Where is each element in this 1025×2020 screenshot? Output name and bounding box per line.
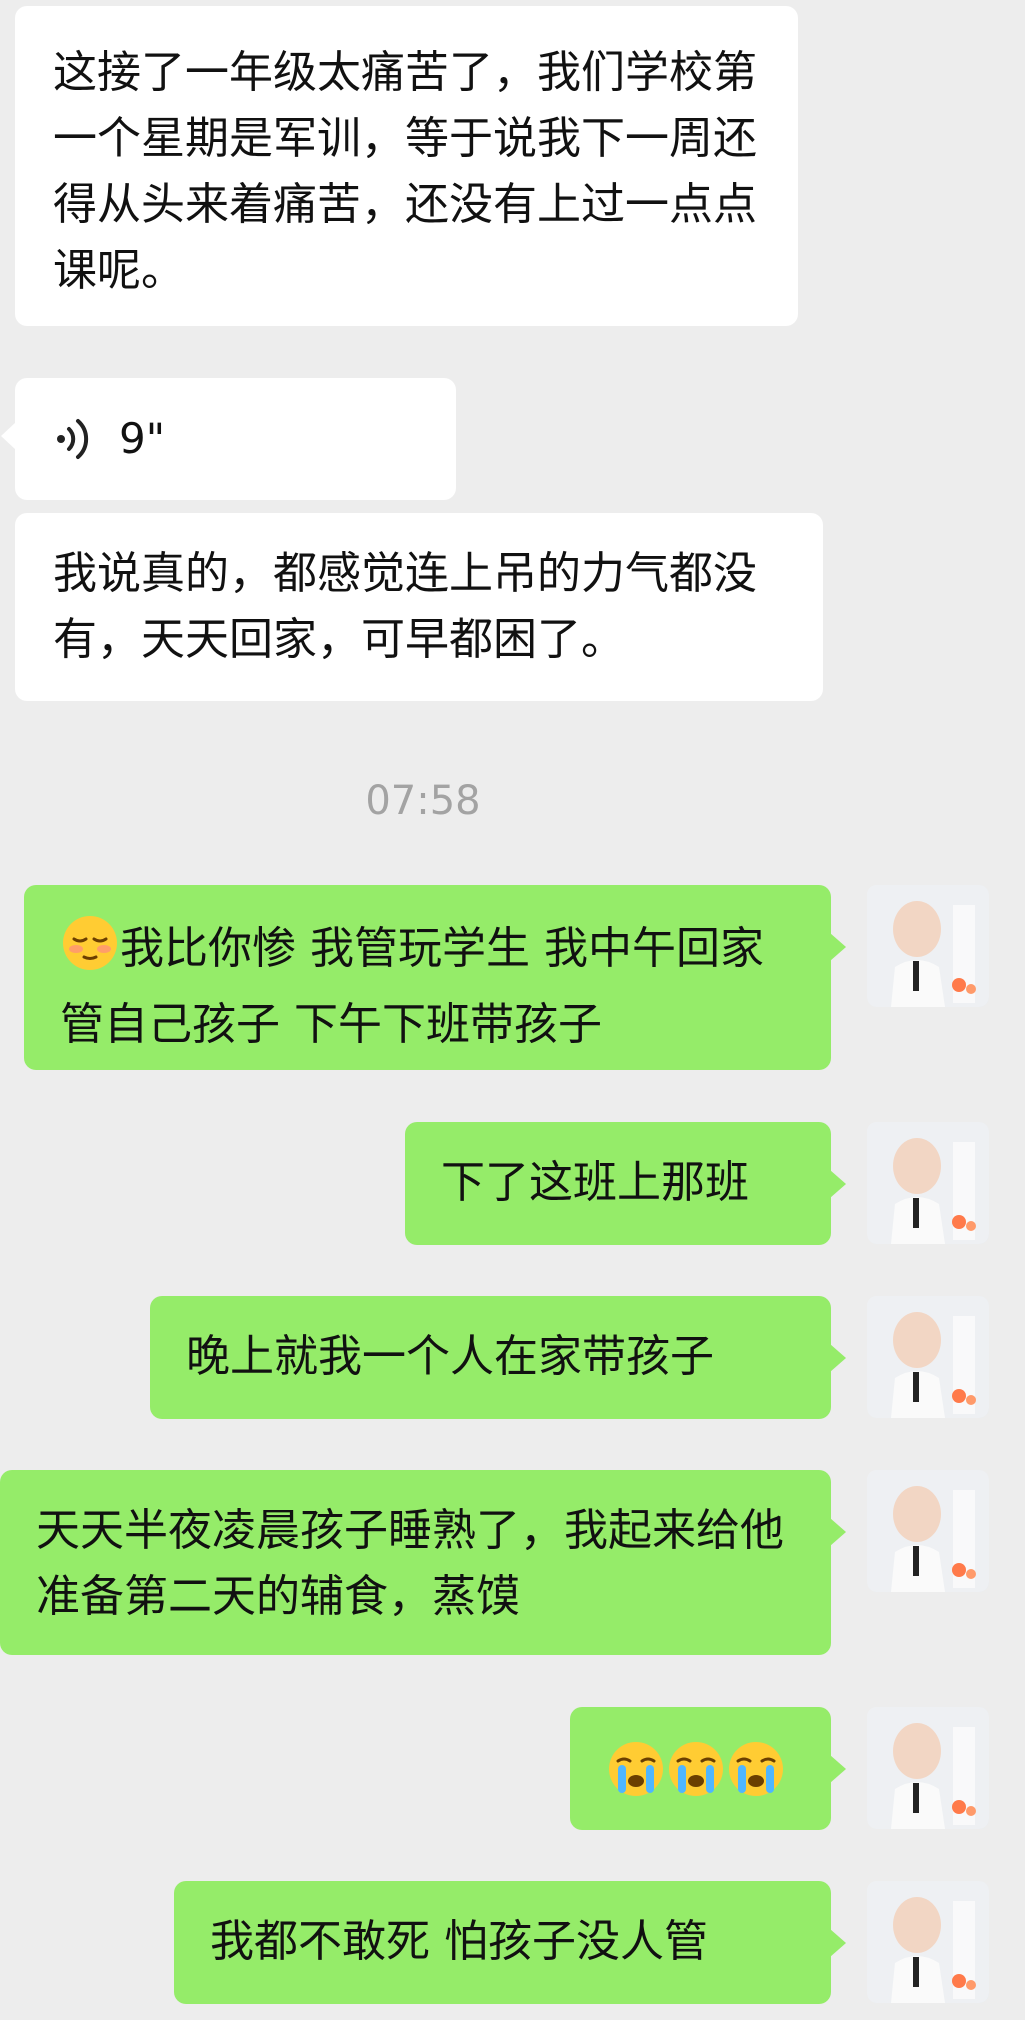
avatar[interactable] — [867, 885, 989, 1007]
message-text: 我说真的，都感觉连上吊的力气都没有，天天回家，可早都困了。 — [53, 548, 757, 665]
message-text: 这接了一年级太痛苦了，我们学校第一个星期是军训，等于说我下一周还得从头来着痛苦，… — [53, 47, 757, 296]
message-text: 我都不敢死 怕孩子没人管 — [210, 1916, 708, 1967]
outgoing-message-1[interactable]: 我比你惨 我管玩学生 我中午回家管自己孩子 下午下班带孩子 — [24, 885, 846, 1070]
timestamp: 07:58 — [365, 778, 481, 824]
outgoing-message-2[interactable]: 下了这班上那班 — [405, 1122, 846, 1245]
avatar[interactable] — [867, 1470, 989, 1592]
avatar[interactable] — [867, 1122, 989, 1244]
incoming-message-2[interactable]: 我说真的，都感觉连上吊的力气都没有，天天回家，可早都困了。 — [15, 513, 823, 701]
outgoing-message-6[interactable]: 我都不敢死 怕孩子没人管 — [174, 1881, 846, 2004]
crying-face-emoji — [666, 1739, 726, 1818]
pensive-relieved-face-emoji — [60, 913, 120, 992]
crying-face-emoji — [606, 1739, 666, 1818]
outgoing-message-5[interactable] — [570, 1707, 846, 1830]
crying-face-emoji — [726, 1739, 786, 1818]
voice-wave-icon — [57, 419, 89, 459]
message-text: 下了这班上那班 — [441, 1157, 749, 1208]
outgoing-message-4[interactable]: 天天半夜凌晨孩子睡熟了，我起来给他准备第二天的辅食，蒸馍 — [0, 1470, 846, 1655]
incoming-message-1[interactable]: 这接了一年级太痛苦了，我们学校第一个星期是军训，等于说我下一周还得从头来着痛苦，… — [15, 6, 798, 326]
message-text: 晚上就我一个人在家带孩子 — [186, 1331, 714, 1382]
voice-message[interactable]: 9" — [1, 378, 456, 500]
avatar[interactable] — [867, 1881, 989, 2003]
message-text: 我比你惨 我管玩学生 我中午回家管自己孩子 下午下班带孩子 — [60, 923, 764, 1050]
voice-duration: 9" — [119, 414, 166, 463]
outgoing-message-3[interactable]: 晚上就我一个人在家带孩子 — [150, 1296, 846, 1419]
avatar[interactable] — [867, 1296, 989, 1418]
message-text: 天天半夜凌晨孩子睡熟了，我起来给他准备第二天的辅食，蒸馍 — [36, 1505, 784, 1622]
avatar[interactable] — [867, 1707, 989, 1829]
